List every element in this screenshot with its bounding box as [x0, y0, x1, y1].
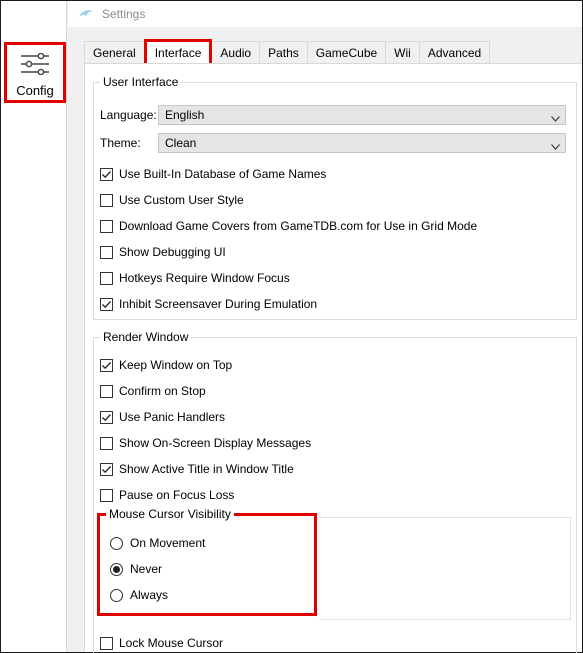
checkbox-box[interactable] [100, 167, 113, 181]
language-value: English [165, 108, 205, 122]
tab-bar: General Interface Audio Paths GameCube W… [84, 39, 491, 64]
checkbox-inhibit-screensaver[interactable]: Inhibit Screensaver During Emulation [100, 297, 317, 311]
checkbox-download-covers[interactable]: Download Game Covers from GameTDB.com fo… [100, 219, 477, 233]
checkbox-panic-handlers[interactable]: Use Panic Handlers [100, 410, 225, 424]
theme-value: Clean [165, 136, 197, 150]
checkbox-label: Show On-Screen Display Messages [119, 436, 312, 450]
checkbox-label: Use Panic Handlers [119, 410, 226, 424]
radio-circle[interactable] [110, 536, 123, 550]
checkbox-confirm-stop[interactable]: Confirm on Stop [100, 384, 206, 398]
tab-paths[interactable]: Paths [259, 41, 308, 63]
window-title: Settings [102, 7, 146, 21]
checkbox-box[interactable] [100, 297, 113, 311]
checkbox-label: Pause on Focus Loss [119, 488, 235, 502]
checkbox-box[interactable] [100, 436, 113, 450]
cursor-group-frame [319, 517, 571, 620]
checkbox-box[interactable] [100, 271, 113, 285]
language-row: Language: English [100, 105, 566, 125]
checkbox-hotkeys-focus[interactable]: Hotkeys Require Window Focus [100, 271, 290, 285]
settings-window: Settings General Interface Audio Paths G… [68, 1, 582, 653]
theme-label: Theme: [100, 136, 141, 150]
checkbox-box[interactable] [100, 219, 113, 233]
render-window-title: Render Window [100, 330, 192, 344]
checkbox-label: Lock Mouse Cursor [119, 636, 224, 650]
checkbox-label: Hotkeys Require Window Focus [119, 271, 290, 285]
tab-gamecube[interactable]: GameCube [306, 41, 387, 63]
sliders-icon [20, 52, 50, 78]
radio-label: Never [130, 562, 163, 576]
checkbox-label: Use Custom User Style [119, 193, 244, 207]
checkbox-keep-on-top[interactable]: Keep Window on Top [100, 358, 232, 372]
radio-selected-dot [113, 565, 120, 573]
checkbox-builtin-db[interactable]: Use Built-In Database of Game Names [100, 167, 326, 181]
checkbox-label: Confirm on Stop [119, 384, 206, 398]
tab-general[interactable]: General [84, 41, 145, 63]
radio-never[interactable]: Never [110, 562, 162, 576]
tab-wii[interactable]: Wii [385, 41, 420, 63]
language-label: Language: [100, 108, 157, 122]
checkbox-active-title[interactable]: Show Active Title in Window Title [100, 462, 294, 476]
radio-circle[interactable] [110, 588, 123, 602]
chevron-down-icon [551, 139, 560, 150]
checkbox-box[interactable] [100, 410, 113, 424]
tab-interface[interactable]: Interface [143, 39, 213, 63]
cursor-visibility-title: Mouse Cursor Visibility [106, 507, 234, 521]
interface-panel: User Interface Language: English Theme: … [84, 63, 582, 653]
checkbox-box[interactable] [100, 636, 113, 650]
tab-advanced[interactable]: Advanced [418, 41, 491, 63]
theme-select[interactable]: Clean [158, 133, 566, 153]
checkbox-box[interactable] [100, 193, 113, 207]
radio-always[interactable]: Always [110, 588, 168, 602]
checkbox-label: Download Game Covers from GameTDB.com fo… [119, 219, 478, 233]
checkbox-box[interactable] [100, 462, 113, 476]
radio-circle[interactable] [110, 562, 123, 576]
checkbox-box[interactable] [100, 358, 113, 372]
radio-label: On Movement [130, 536, 206, 550]
checkbox-label: Show Active Title in Window Title [119, 462, 294, 476]
checkbox-box[interactable] [100, 245, 113, 259]
language-select[interactable]: English [158, 105, 566, 125]
checkbox-label: Use Built-In Database of Game Names [119, 167, 327, 181]
config-button[interactable]: Config [4, 42, 66, 103]
checkbox-label: Inhibit Screensaver During Emulation [119, 297, 318, 311]
config-label: Config [16, 83, 54, 98]
cursor-visibility-group: Mouse Cursor Visibility On Movement Neve… [97, 507, 317, 616]
radio-on-movement[interactable]: On Movement [110, 536, 205, 550]
main-toolbar: Config [1, 1, 67, 652]
theme-row: Theme: Clean [100, 133, 566, 153]
dolphin-icon [78, 8, 94, 20]
checkbox-pause-focus-loss[interactable]: Pause on Focus Loss [100, 488, 234, 502]
title-bar: Settings [68, 1, 582, 27]
radio-label: Always [130, 588, 169, 602]
checkbox-label: Show Debugging UI [119, 245, 226, 259]
checkbox-box[interactable] [100, 384, 113, 398]
user-interface-title: User Interface [100, 75, 182, 89]
checkbox-osd-messages[interactable]: Show On-Screen Display Messages [100, 436, 311, 450]
checkbox-debugging-ui[interactable]: Show Debugging UI [100, 245, 226, 259]
checkbox-label: Keep Window on Top [119, 358, 233, 372]
checkbox-lock-cursor[interactable]: Lock Mouse Cursor [100, 636, 223, 650]
user-interface-group: User Interface Language: English Theme: … [93, 75, 577, 320]
tab-audio[interactable]: Audio [211, 41, 261, 63]
checkbox-custom-style[interactable]: Use Custom User Style [100, 193, 244, 207]
checkbox-box[interactable] [100, 488, 113, 502]
chevron-down-icon [551, 111, 560, 122]
